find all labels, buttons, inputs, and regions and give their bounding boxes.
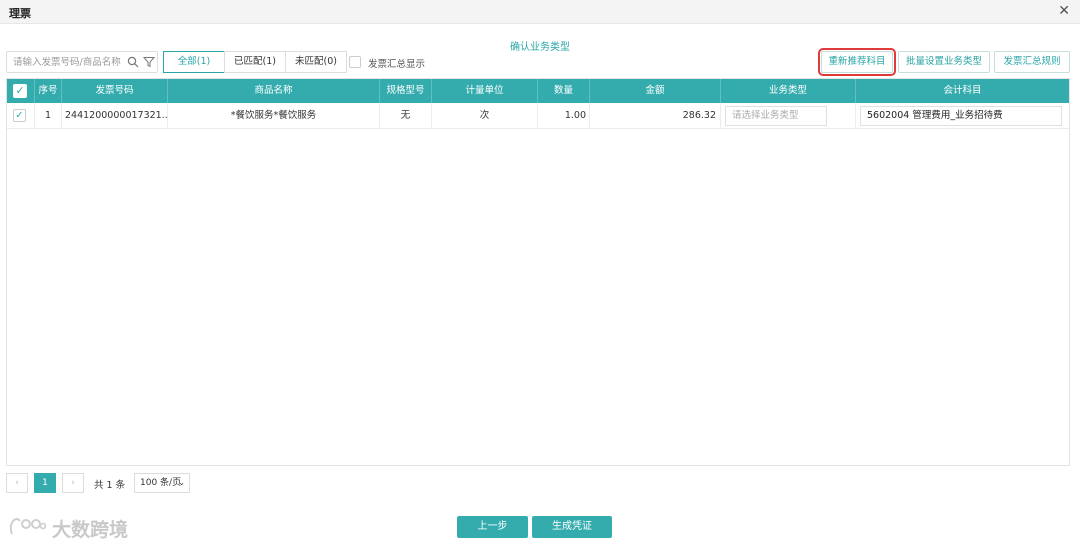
cell-product: *餐饮服务*餐饮服务	[168, 103, 380, 129]
summary-rule-button[interactable]: 发票汇总规则	[994, 51, 1070, 73]
cell-unit: 次	[432, 103, 538, 129]
watermark-text: 大数跨境	[52, 519, 129, 541]
cell-qty: 1.00	[538, 103, 590, 129]
watermark-logo-icon	[9, 518, 47, 535]
header-select-cell: ✓	[7, 79, 35, 103]
search-icon[interactable]	[127, 56, 139, 68]
col-biz-type: 业务类型	[721, 79, 856, 103]
account-select[interactable]: 5602004 管理费用_业务招待费	[860, 106, 1062, 126]
prev-page-button[interactable]: ‹	[6, 473, 28, 493]
next-page-button[interactable]: ›	[62, 473, 84, 493]
col-product: 商品名称	[168, 79, 380, 103]
col-qty: 数量	[538, 79, 590, 103]
recommend-account-button[interactable]: 重新推荐科目	[818, 48, 896, 76]
cell-invoice-no: 2441200000017321...	[62, 103, 168, 129]
col-amount: 金额	[590, 79, 721, 103]
cell-account: 5602004 管理费用_业务招待费	[856, 103, 1069, 129]
search-input[interactable]	[13, 55, 125, 70]
select-all-checkbox[interactable]: ✓	[13, 84, 27, 98]
col-index: 序号	[35, 79, 62, 103]
dialog-title: 理票	[9, 7, 31, 20]
filter-matched-tab[interactable]: 已匹配(1)	[224, 51, 286, 73]
summary-checkbox[interactable]	[349, 56, 361, 68]
col-invoice-no: 发票号码	[62, 79, 168, 103]
col-spec: 规格型号	[380, 79, 432, 103]
filter-all-tab[interactable]: 全部(1)	[163, 51, 225, 73]
close-icon[interactable]: ✕	[1058, 3, 1070, 19]
dialog-titlebar: 理票 ✕	[0, 0, 1080, 24]
page-size-value: 100 条/页	[140, 478, 182, 488]
col-unit: 计量单位	[432, 79, 538, 103]
toolbar: 全部(1) 已匹配(1) 未匹配(0) 发票汇总显示 重新推荐科目 批量设置业务…	[6, 48, 1074, 76]
summary-checkbox-label: 发票汇总显示	[368, 59, 426, 70]
page-size-select[interactable]: 100 条/页 ⌄	[134, 473, 190, 493]
batch-set-type-button[interactable]: 批量设置业务类型	[898, 51, 990, 73]
filter-icon[interactable]	[143, 56, 155, 68]
cell-biz-type: 请选择业务类型	[721, 103, 856, 129]
biz-type-select[interactable]: 请选择业务类型	[725, 106, 827, 126]
search-box	[6, 51, 158, 73]
chevron-down-icon: ⌄	[178, 478, 185, 487]
page-button-current[interactable]: 1	[34, 473, 56, 493]
cell-amount: 286.32	[590, 103, 721, 129]
table-row[interactable]: ✓ 1 2441200000017321... *餐饮服务*餐饮服务 无 次 1…	[7, 103, 1069, 129]
cell-spec: 无	[380, 103, 432, 129]
invoice-table: ✓ 序号 发票号码 商品名称 规格型号 计量单位 数量 金额 业务类型 会计科目…	[6, 78, 1070, 466]
prev-step-button[interactable]: 上一步	[457, 516, 528, 538]
table-header: ✓ 序号 发票号码 商品名称 规格型号 计量单位 数量 金额 业务类型 会计科目	[7, 79, 1069, 103]
cell-index: 1	[35, 103, 62, 129]
row-checkbox[interactable]: ✓	[13, 109, 26, 122]
generate-voucher-button[interactable]: 生成凭证	[532, 516, 612, 538]
col-account: 会计科目	[943, 85, 982, 96]
row-select-cell: ✓	[7, 103, 35, 129]
total-count: 共 1 条	[94, 480, 126, 491]
filter-unmatched-tab[interactable]: 未匹配(0)	[285, 51, 347, 73]
